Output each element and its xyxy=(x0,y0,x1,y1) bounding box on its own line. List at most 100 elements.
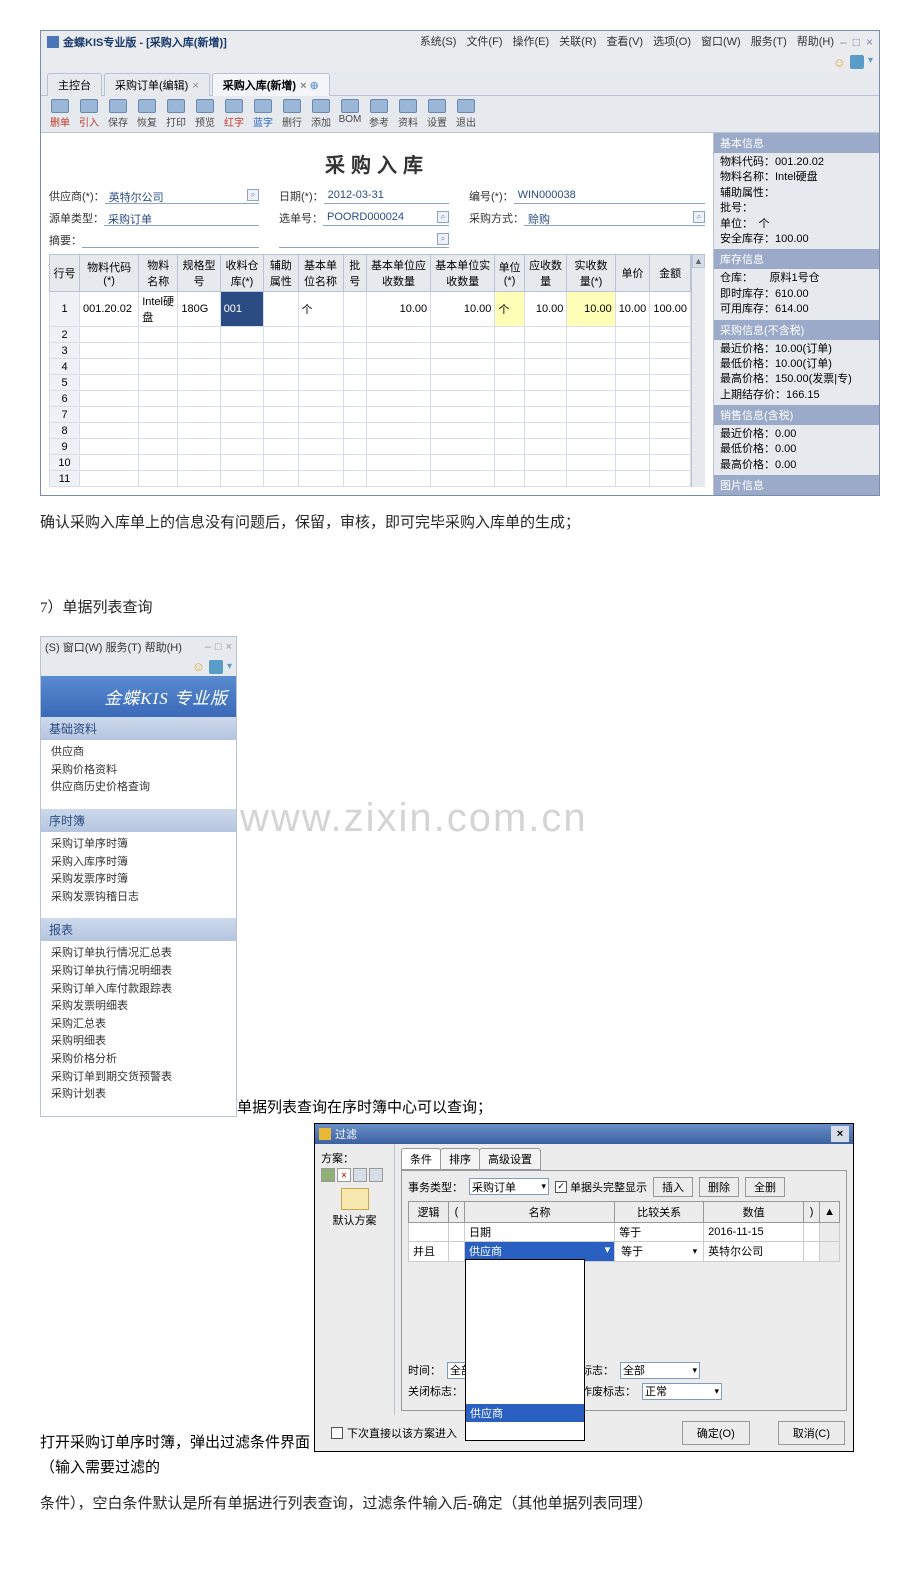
section-head-journal[interactable]: 序时簿 xyxy=(41,809,236,832)
list-item[interactable]: 采购计划表 xyxy=(51,1086,226,1104)
exit-button[interactable]: 退出 xyxy=(453,99,479,129)
cell-unit[interactable]: 个 xyxy=(495,292,524,327)
menu-view[interactable]: 查看(V) xyxy=(606,33,643,49)
dialog-titlebar[interactable]: 过滤 × xyxy=(315,1124,853,1144)
min-icon[interactable]: – xyxy=(205,641,211,653)
lookup-icon[interactable]: ⌕ xyxy=(437,211,449,223)
delete-bill-button[interactable]: 删单 xyxy=(47,99,73,129)
list-item[interactable]: 采购发票序时簿 xyxy=(51,871,226,889)
cell-should[interactable]: 10.00 xyxy=(524,292,567,327)
cmp-select[interactable]: 等于▾ xyxy=(619,1243,699,1260)
list-item[interactable]: 供应商 xyxy=(51,744,226,762)
red-text-button[interactable]: 红字 xyxy=(221,99,247,129)
cancel-button[interactable]: 取消(C) xyxy=(778,1421,845,1445)
dropdown-item[interactable]: 核算方式 xyxy=(466,1314,584,1332)
cell-spec[interactable]: 180G xyxy=(178,292,220,327)
cell-price[interactable]: 10.00 xyxy=(615,292,650,327)
smiley-icon[interactable]: ☺ xyxy=(833,55,846,70)
list-item[interactable]: 采购发票钩稽日志 xyxy=(51,889,226,907)
list-item[interactable]: 采购明细表 xyxy=(51,1033,226,1051)
menu-service[interactable]: 服务(T) xyxy=(751,33,787,49)
chevron-down-icon[interactable]: ▾ xyxy=(227,661,232,672)
tab-po-edit[interactable]: 采购订单(编辑)× xyxy=(104,73,210,96)
insert-button[interactable]: 插入 xyxy=(653,1177,693,1197)
type-select[interactable]: 采购订单▾ xyxy=(469,1178,549,1195)
chevron-down-icon[interactable]: ▾ xyxy=(868,55,873,70)
table-row[interactable]: 8 xyxy=(50,423,691,439)
menu-help[interactable]: 帮助(H) xyxy=(797,33,834,49)
add-row-button[interactable]: 添加 xyxy=(308,99,334,129)
filter-grid[interactable]: 逻辑 ( 名称 比较关系 数值 ) ▲ 日期 等于 xyxy=(408,1201,840,1262)
detail-grid[interactable]: 行号 物料代码(*) 物料名称 规格型号 收料仓库(*) 辅助属性 基本单位名称… xyxy=(49,254,691,487)
chat-icon[interactable] xyxy=(209,660,223,674)
list-item[interactable]: 采购订单执行情况明细表 xyxy=(51,963,226,981)
table-row[interactable]: 5 xyxy=(50,375,691,391)
list-item[interactable]: 采购发票明细表 xyxy=(51,998,226,1016)
filter-row[interactable]: 日期 等于 2016-11-15 xyxy=(409,1222,840,1241)
folder-icon[interactable] xyxy=(341,1188,369,1210)
table-row[interactable]: 4 xyxy=(50,359,691,375)
col-scroll-up[interactable]: ▲ xyxy=(820,1201,840,1222)
default-scheme[interactable]: 默认方案 xyxy=(321,1212,388,1228)
table-row[interactable]: 6 xyxy=(50,391,691,407)
selno-input[interactable]: POORD000024⌕ xyxy=(323,211,449,226)
data-button[interactable]: 资料 xyxy=(395,99,421,129)
table-row[interactable]: 9 xyxy=(50,439,691,455)
delete-all-button[interactable]: 全删 xyxy=(745,1177,785,1197)
menu-system[interactable]: 系统(S) xyxy=(420,33,457,49)
cell-amount[interactable]: 100.00 xyxy=(650,292,691,327)
table-row[interactable]: 2 xyxy=(50,327,691,343)
dropdown-icon[interactable] xyxy=(369,1168,383,1182)
import-button[interactable]: 引入 xyxy=(76,99,102,129)
minimize-icon[interactable]: – xyxy=(840,35,847,49)
dropdown-item[interactable]: 日期 xyxy=(466,1296,584,1314)
dropdown-item[interactable]: 物料名称 xyxy=(466,1368,584,1386)
dropdown-item[interactable]: 结算日期 xyxy=(466,1332,584,1350)
delete-button[interactable]: 删除 xyxy=(699,1177,739,1197)
lookup-icon[interactable]: ⌕ xyxy=(693,211,705,223)
srctype-input[interactable]: 采购订单 xyxy=(104,211,259,226)
scroll-up-icon[interactable]: ▲ xyxy=(692,254,705,268)
menu-window[interactable]: 窗口(W) xyxy=(701,33,741,49)
list-item[interactable]: 采购价格资料 xyxy=(51,762,226,780)
remember-scheme-checkbox[interactable]: 下次直接以该方案进入 xyxy=(323,1421,465,1445)
vertical-scrollbar[interactable]: ▲ xyxy=(691,254,705,487)
table-row[interactable]: 1 001.20.02 Intel硬盘 180G 001 个 10.00 10.… xyxy=(50,292,691,327)
dropdown-item[interactable]: 物料代码 xyxy=(466,1350,584,1368)
tab-condition[interactable]: 条件 xyxy=(401,1148,441,1170)
dropdown-item[interactable]: 供应商代码 xyxy=(466,1386,584,1404)
dropdown-item[interactable]: (空) xyxy=(466,1260,584,1278)
checkbox-icon[interactable] xyxy=(331,1427,343,1439)
cell-matcode[interactable]: 001.20.02 xyxy=(80,292,139,327)
extra-input[interactable]: ⌕ xyxy=(279,233,449,248)
panel-menu[interactable]: (S) 窗口(W) 服务(T) 帮助(H) xyxy=(45,639,182,655)
print-button[interactable]: 打印 xyxy=(163,99,189,129)
cell-matname[interactable]: Intel硬盘 xyxy=(139,292,178,327)
list-item[interactable]: 采购订单序时簿 xyxy=(51,836,226,854)
tab-purchase-in-new[interactable]: 采购入库(新增)× ⊕ xyxy=(212,73,330,96)
table-row[interactable]: 3 xyxy=(50,343,691,359)
save-scheme-icon[interactable] xyxy=(321,1168,335,1182)
section-head-basic[interactable]: 基础资料 xyxy=(41,717,236,740)
dropdown-item[interactable]: 折扣额 xyxy=(466,1422,584,1440)
dropdown-item[interactable]: 单据编号 xyxy=(466,1278,584,1296)
list-item[interactable]: 供应商历史价格查询 xyxy=(51,779,226,797)
tab-main-console[interactable]: 主控台 xyxy=(47,73,102,96)
cell-batch[interactable] xyxy=(343,292,366,327)
tab-close-icon[interactable]: × xyxy=(192,80,198,92)
delete-scheme-icon[interactable]: × xyxy=(337,1168,351,1182)
list-item[interactable]: 采购入库序时簿 xyxy=(51,854,226,872)
table-row[interactable]: 7 xyxy=(50,407,691,423)
restore-button[interactable]: 恢复 xyxy=(134,99,160,129)
window-controls[interactable]: – □ × xyxy=(840,35,873,49)
filter-row[interactable]: 并且 供应商 ▾ (空) 单据编号 日期 核算方式 结算 xyxy=(409,1241,840,1261)
restore-icon[interactable]: □ xyxy=(853,35,860,49)
blue-text-button[interactable]: 蓝字 xyxy=(250,99,276,129)
supplier-input[interactable]: 英特尔公司⌕ xyxy=(105,189,259,204)
menu-operate[interactable]: 操作(E) xyxy=(512,33,549,49)
table-row[interactable]: 11 xyxy=(50,471,691,487)
list-item[interactable]: 采购汇总表 xyxy=(51,1016,226,1034)
chat-icon[interactable] xyxy=(850,55,864,69)
cell-baseunit[interactable]: 个 xyxy=(298,292,343,327)
tab-advanced[interactable]: 高级设置 xyxy=(479,1148,541,1170)
